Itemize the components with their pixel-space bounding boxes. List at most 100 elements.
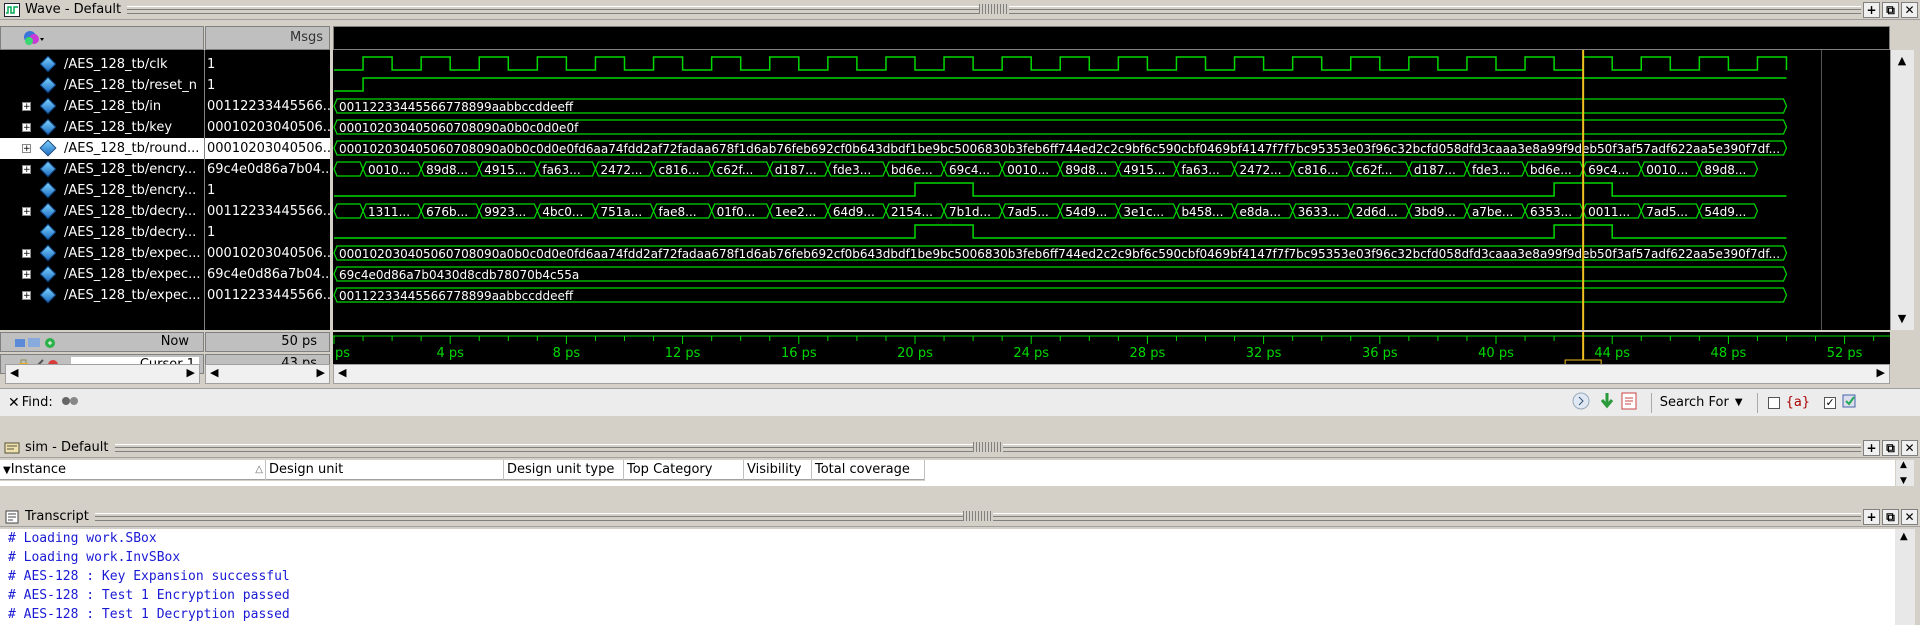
sim-vertical-scrollbar[interactable]: ▲ ▼ [1896,460,1914,486]
scroll-up-icon[interactable]: ▲ [1900,531,1908,542]
signal-row[interactable]: + /AES_128_tb/decry... [0,201,204,222]
decrypted-bus-label: 3633... [1298,205,1340,219]
waveform-area[interactable]: 00112233445566778899aabbccddeeff 00010203… [333,20,1890,330]
wave-window-icon [3,2,21,18]
signal-hscroll[interactable]: ◀ ▶ [5,364,200,384]
col-visibility[interactable]: Visibility [744,460,812,480]
scroll-right-icon[interactable]: ▶ [187,366,195,379]
value-list[interactable]: 1 1 00112233445566... 00010203040506... 0001… [205,50,330,330]
close-find-icon[interactable]: ✕ [8,395,20,411]
signal-row[interactable]: + /AES_128_tb/encry... [0,159,204,180]
scroll-down-icon[interactable]: ▼ [1900,476,1907,486]
encrypted-bus-label: 0010... [368,163,410,177]
signal-row[interactable]: /AES_128_tb/encry... [0,180,204,201]
ruler-tick-label: 24 ps [1013,346,1049,361]
regex-checkbox[interactable] [1767,396,1780,409]
ruler-tick-label: 44 ps [1594,346,1630,361]
signal-row[interactable]: + /AES_128_tb/expec... [0,285,204,306]
ruler-tick-label: 28 ps [1130,346,1166,361]
expand-icon[interactable]: + [22,207,31,217]
encrypted-bus-label: fa63... [542,163,580,177]
search-for-dropdown-icon[interactable]: ▼ [1735,397,1743,408]
key-bus-label: 000102030405060708090a0b0c0d0e0f [339,121,579,135]
expand-icon[interactable]: + [22,165,31,175]
transcript-window: # Loading work.SBox # Loading work.InvSBo… [0,507,1920,625]
signal-row[interactable]: /AES_128_tb/clk [0,54,204,75]
signal-row[interactable]: + /AES_128_tb/key [0,117,204,138]
scroll-up-icon[interactable]: ▲ [1900,460,1907,470]
ruler-tick-label: 20 ps [897,346,933,361]
scroll-left-icon[interactable]: ◀ [210,366,218,379]
signal-diamond-icon [39,202,57,220]
col-instance[interactable]: ▼Instance △ [0,460,266,480]
transcript-vertical-scrollbar[interactable]: ▲ [1895,529,1915,625]
scroll-down-icon[interactable]: ▼ [1895,312,1909,326]
signal-list[interactable]: /AES_128_tb/clk/AES_128_tb/reset_n + /AES_… [0,50,204,330]
now-label-cell: Now [0,332,204,352]
value-hscroll[interactable]: ◀ ▶ [205,364,330,384]
find-input[interactable] [82,392,1583,413]
decrypted-bus-label: 54d9... [1065,205,1107,219]
find-report-icon[interactable] [1621,392,1637,414]
exact-checkbox[interactable]: ✓ [1824,396,1837,409]
signal-value: 00112233445566... [207,288,330,303]
signal-row[interactable]: + /AES_128_tb/round... [0,138,204,159]
signal-row[interactable]: /AES_128_tb/reset_n [0,75,204,96]
encrypted-bus-label: 89d8... [1065,163,1107,177]
find-go-icon[interactable] [1571,392,1591,414]
now-label: Now [160,334,189,349]
wave-tool-icon[interactable] [21,29,45,51]
scroll-up-icon[interactable]: ▲ [1895,54,1909,68]
signal-value: 00010203040506... [207,120,330,135]
transcript-line: # AES-128 : Test 1 Encryption passed [8,588,290,603]
decrypted-bus-label: e8da... [1240,205,1281,219]
sim-table-body [0,481,925,486]
encrypted-bus-label: fde3... [833,163,871,177]
expand-icon[interactable]: + [22,102,31,112]
wave-hscroll[interactable]: ◀ ▶ [333,364,1890,384]
scroll-left-icon[interactable]: ◀ [10,366,18,379]
encrypted-bus-label: c816... [659,163,700,177]
signal-value: 1 [207,183,216,198]
filter-icon[interactable]: ▼ [3,465,11,476]
search-for-label[interactable]: Search For [1660,395,1729,410]
col-top-category[interactable]: Top Category [624,460,744,480]
signal-value: 69c4e0d86a7b04... [207,162,330,177]
signal-row[interactable]: + /AES_128_tb/expec... [0,243,204,264]
signal-row[interactable]: + /AES_128_tb/expec... [0,264,204,285]
encrypted-bus-label: c62f... [1356,163,1393,177]
expand-icon[interactable]: + [22,291,31,301]
find-next-icon[interactable] [1599,392,1615,414]
expand-icon[interactable]: + [22,249,31,259]
add-window-button[interactable]: + [1863,1,1880,18]
transcript-output[interactable]: # Loading work.SBox # Loading work.InvSBo… [0,529,1895,625]
signal-diamond-icon [39,139,57,157]
decrypted-bus-label: 7ad5... [1646,205,1688,219]
find-options-icon[interactable] [61,394,79,412]
wave-vertical-scrollbar[interactable]: ▲ ▼ [1890,50,1914,330]
signal-name: /AES_128_tb/round... [64,141,200,156]
signal-row[interactable]: /AES_128_tb/decry... [0,222,204,243]
expand-icon[interactable]: + [22,270,31,280]
signal-name: /AES_128_tb/clk [64,57,168,72]
zoom-icons[interactable] [15,336,65,353]
scroll-right-icon[interactable]: ▶ [317,366,325,379]
col-total-coverage[interactable]: Total coverage [812,460,925,480]
close-button[interactable]: ✕ [1901,1,1918,18]
encrypted-bus-label: 69c4... [949,163,990,177]
signal-row[interactable]: + /AES_128_tb/in [0,96,204,117]
scroll-left-icon[interactable]: ◀ [338,366,346,379]
scroll-right-icon[interactable]: ▶ [1877,366,1885,379]
expected-encrypted-bus-label: 69c4e0d86a7b0430d8cdb78070b4c55a [339,268,579,282]
signal-diamond-icon [39,55,57,73]
expand-icon[interactable]: + [22,123,31,133]
exact-icon [1842,393,1858,413]
col-design-unit-type[interactable]: Design unit type [504,460,624,480]
expand-icon[interactable]: + [22,144,31,154]
encrypted-bus-label: 69c4... [1588,163,1629,177]
undock-button[interactable]: ⧉ [1882,1,1899,18]
titlebar-grip[interactable] [127,3,1861,14]
wave-window-titlebar[interactable]: Wave - Default + ⧉ ✕ [0,0,1920,20]
ruler-tick-label: 36 ps [1362,346,1398,361]
col-design-unit[interactable]: Design unit [266,460,504,480]
